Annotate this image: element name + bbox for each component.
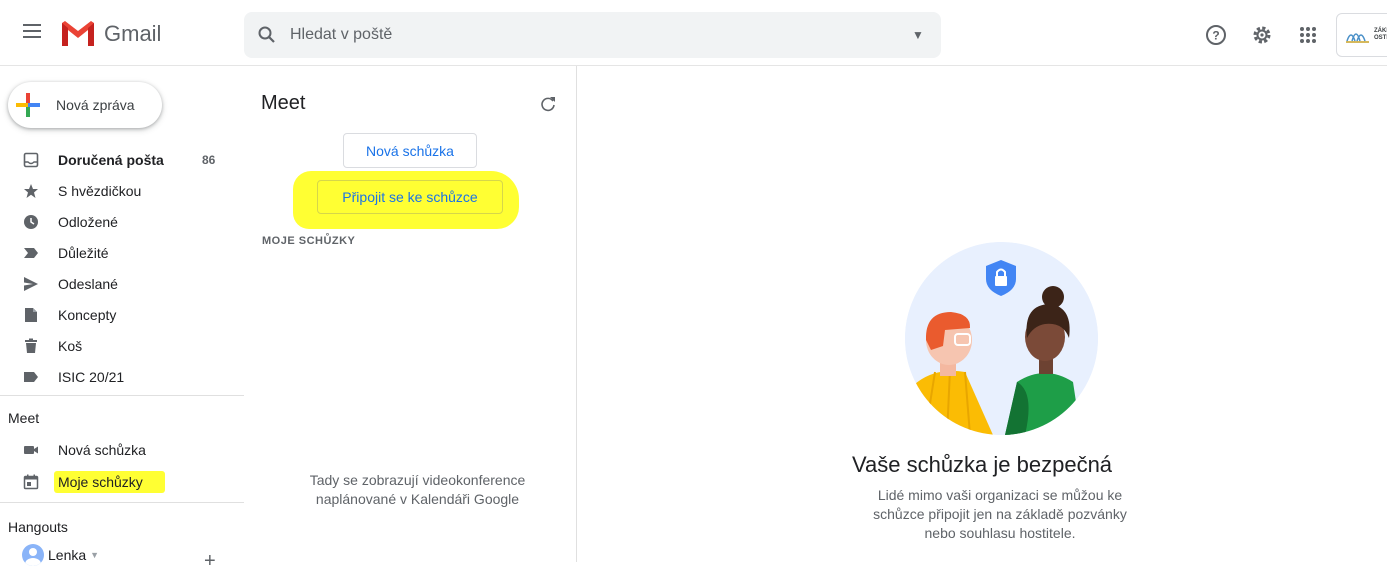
info-description-line: nebo souhlasu hostitele. xyxy=(924,525,1076,541)
hangouts-user[interactable]: Lenka ▼ xyxy=(8,544,99,566)
search-options-chevron-down-icon[interactable]: ▼ xyxy=(895,28,941,42)
sidebar-item-label: Koncepty xyxy=(58,306,117,323)
unread-count: 86 xyxy=(202,152,216,167)
meet-pane-title: Meet xyxy=(261,92,306,114)
organization-logo-icon xyxy=(1346,33,1369,43)
clock-icon xyxy=(23,214,39,230)
sidebar-item-new-meeting[interactable]: Nová schůzka xyxy=(0,434,244,465)
sidebar-item-drafts[interactable]: Koncepty xyxy=(0,299,244,330)
sidebar-item-label: Nová schůzka xyxy=(58,441,146,458)
inbox-icon xyxy=(23,152,39,168)
search-input[interactable] xyxy=(290,26,895,44)
sidebar-divider xyxy=(0,502,244,503)
gmail-logo[interactable]: Gmail xyxy=(60,20,161,47)
gear-icon[interactable] xyxy=(1246,19,1278,51)
sidebar-item-starred[interactable]: S hvězdičkou xyxy=(0,175,244,206)
search-icon[interactable] xyxy=(244,12,290,58)
svg-text:?: ? xyxy=(1212,29,1219,43)
empty-state-line: Tady se zobrazují videokonference xyxy=(309,472,526,488)
sidebar-item-snoozed[interactable]: Odložené xyxy=(0,206,244,237)
empty-state-line: naplánované v Kalendáři Google xyxy=(315,491,520,507)
sidebar-item-trash[interactable]: Koš xyxy=(0,330,244,361)
new-meeting-button[interactable]: Nová schůzka xyxy=(343,133,477,168)
meet-pane: Meet Nová schůzka Připojit se ke schůzce… xyxy=(244,66,577,562)
hangouts-section-title: Hangouts xyxy=(8,519,68,535)
meeting-info-panel: Vaše schůzka je bezpečná Lidé mimo vaši … xyxy=(577,66,1387,562)
compose-button[interactable]: Nová zpráva xyxy=(8,82,162,128)
info-description-line: schůzce připojit jen na základě pozvánky xyxy=(873,506,1127,522)
avatar xyxy=(22,544,44,566)
star-icon xyxy=(23,183,39,199)
sidebar-item-label: S hvězdičkou xyxy=(58,182,142,199)
compose-label: Nová zpráva xyxy=(56,97,135,113)
app-name: Gmail xyxy=(104,20,162,46)
my-meetings-section-label: MOJE SCHŮZKY xyxy=(262,235,356,247)
join-meeting-button[interactable]: Připojit se ke schůzce xyxy=(317,180,503,214)
video-camera-icon xyxy=(23,442,39,458)
chevron-down-icon[interactable]: ▼ xyxy=(90,550,99,560)
apps-grid-icon[interactable] xyxy=(1292,19,1324,51)
main-menu-button[interactable] xyxy=(12,20,52,48)
sidebar-item-label: Důležité xyxy=(58,244,109,261)
top-bar: Gmail ▼ ? ZÁKLOSTR xyxy=(0,0,1387,66)
sidebar: Nová zpráva Doručená pošta 86 S hvězdičk… xyxy=(0,66,244,572)
info-heading: Vaše schůzka je bezpečná xyxy=(851,452,1113,477)
secure-meeting-illustration xyxy=(905,242,1098,435)
sidebar-item-sent[interactable]: Odeslané xyxy=(0,268,244,299)
calendar-icon xyxy=(23,474,39,490)
gmail-m-icon xyxy=(62,21,94,46)
organization-logo-text: ZÁKLOSTR xyxy=(1374,28,1387,41)
info-description-line: Lidé mimo vaši organizaci se můžou ke xyxy=(877,487,1123,503)
sidebar-item-label: ISIC 20/21 xyxy=(58,368,125,385)
help-icon[interactable]: ? xyxy=(1200,19,1232,51)
meet-section-title: Meet xyxy=(8,410,40,426)
refresh-icon[interactable] xyxy=(540,96,556,112)
trash-icon xyxy=(23,338,39,354)
sidebar-divider xyxy=(0,395,244,396)
sidebar-item-label: Doručená pošta xyxy=(58,151,164,168)
search-bar[interactable]: ▼ xyxy=(244,12,941,58)
sidebar-item-label: Odložené xyxy=(58,213,118,230)
sidebar-item-label: Koš xyxy=(58,337,83,354)
sidebar-item-label: Moje schůzky xyxy=(54,470,165,493)
account-switcher[interactable]: ZÁKLOSTR xyxy=(1336,13,1387,57)
send-icon xyxy=(23,276,39,292)
sidebar-item-inbox[interactable]: Doručená pošta 86 xyxy=(0,144,244,175)
info-description: Lidé mimo vaši organizaci se můžou ke sc… xyxy=(837,486,1163,543)
sidebar-item-important[interactable]: Důležité xyxy=(0,237,244,268)
label-icon xyxy=(23,369,39,385)
sidebar-item-label: Odeslané xyxy=(58,275,118,292)
sidebar-item-isic[interactable]: ISIC 20/21 xyxy=(0,361,244,392)
draft-icon xyxy=(23,307,39,323)
compose-plus-icon xyxy=(16,93,40,117)
important-icon xyxy=(23,245,39,261)
empty-state-text: Tady se zobrazují videokonference naplán… xyxy=(261,471,574,509)
hangouts-user-name: Lenka xyxy=(48,547,87,563)
sidebar-item-my-meetings[interactable]: Moje schůzky xyxy=(0,466,244,497)
